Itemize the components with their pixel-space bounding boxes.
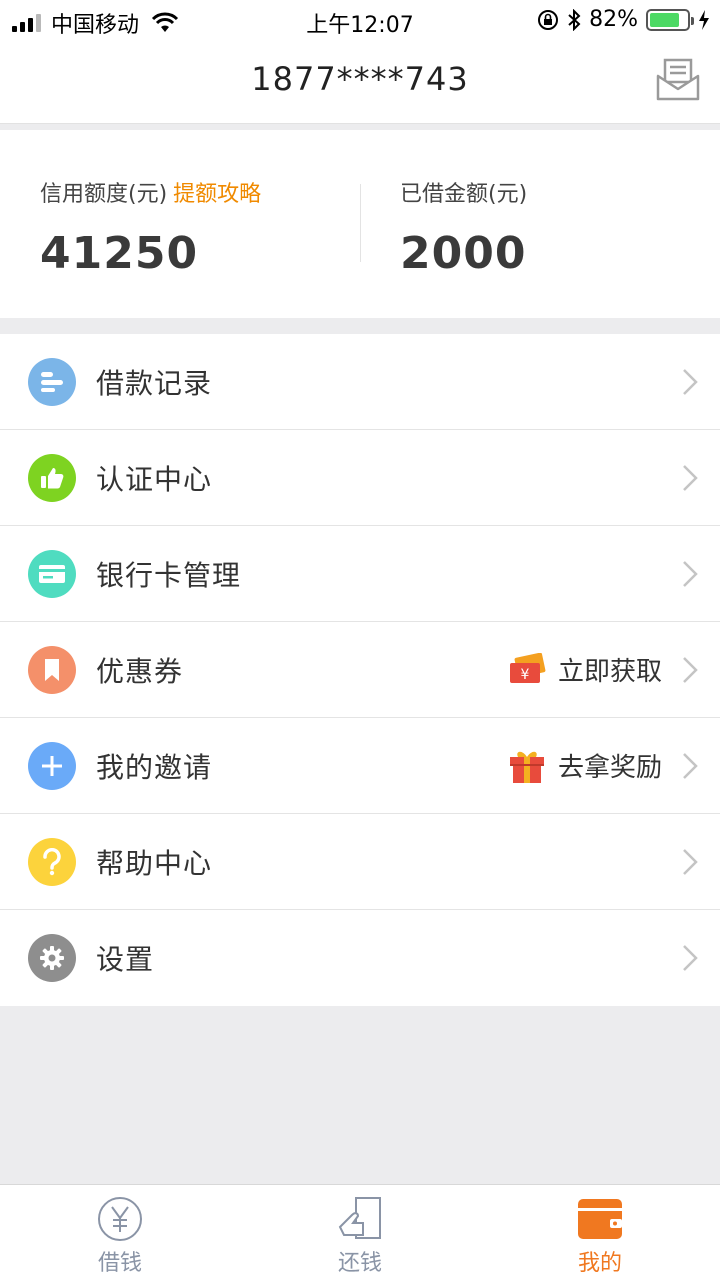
gift-icon <box>509 751 544 783</box>
menu-item-label: 帮助中心 <box>96 846 213 880</box>
coupon-promo-label: 立即获取 <box>557 657 662 687</box>
bookmark-icon <box>28 646 76 694</box>
tab-label: 我的 <box>577 1251 622 1276</box>
svg-text:¥: ¥ <box>521 667 530 683</box>
page-title: 1877****743 <box>251 60 469 98</box>
menu-item-loan-records[interactable]: 借款记录 <box>0 334 720 430</box>
menu-item-help-center[interactable]: 帮助中心 <box>0 814 720 910</box>
charging-icon <box>699 9 709 30</box>
menu-item-label: 银行卡管理 <box>96 558 242 592</box>
thumbs-up-icon <box>28 454 76 502</box>
card-icon <box>28 550 76 598</box>
tab-label: 还钱 <box>337 1251 382 1276</box>
borrowed-label: 已借金额(元) <box>400 182 528 207</box>
status-indicators: 82% <box>537 7 710 32</box>
menu-list: 借款记录 认证中心 银行卡管理 优惠券 ¥ 立即获取 我的邀请 去拿奖励 帮助中… <box>0 334 720 1006</box>
credit-limit-label-row: 信用额度(元) 提额攻略 <box>40 176 261 208</box>
raise-limit-link[interactable]: 提额攻略 <box>173 182 261 207</box>
nav-bar: 1877****743 <box>0 40 720 124</box>
borrowed-block: 已借金额(元) 2000 <box>400 176 527 279</box>
list-icon <box>28 358 76 406</box>
plus-icon <box>28 742 76 790</box>
status-bar: 中国移动 上午12:07 82% <box>0 0 720 40</box>
credit-summary: 信用额度(元) 提额攻略 41250 已借金额(元) 2000 <box>0 130 720 318</box>
chevron-right-icon <box>683 849 698 875</box>
chevron-right-icon <box>683 945 698 971</box>
chevron-right-icon <box>683 753 698 779</box>
battery-percent: 82% <box>589 7 638 32</box>
credit-limit-label: 信用额度(元) <box>40 182 168 207</box>
rotation-lock-icon <box>538 9 559 30</box>
chevron-right-icon <box>683 369 698 395</box>
invite-reward-label: 去拿奖励 <box>557 753 662 783</box>
gear-icon <box>28 934 76 982</box>
credit-limit-value: 41250 <box>40 228 199 279</box>
repay-icon <box>338 1197 381 1239</box>
menu-item-label: 我的邀请 <box>96 750 213 784</box>
menu-item-my-invites[interactable]: 我的邀请 去拿奖励 <box>0 718 720 814</box>
envelope-icon[interactable] <box>656 58 700 102</box>
coupon-icon: ¥ <box>509 652 546 683</box>
credit-limit-block: 信用额度(元) 提额攻略 41250 <box>40 176 261 279</box>
wallet-icon <box>578 1199 622 1239</box>
yen-icon <box>98 1197 142 1241</box>
chevron-right-icon <box>683 657 698 683</box>
menu-item-label: 优惠券 <box>96 654 184 688</box>
tab-label: 借钱 <box>97 1251 142 1276</box>
tab-bar: 借钱 还钱 我的 <box>0 1184 720 1280</box>
invite-reward-promo[interactable]: 去拿奖励 <box>508 747 662 785</box>
menu-item-bank-cards[interactable]: 银行卡管理 <box>0 526 720 622</box>
battery-icon <box>646 8 694 31</box>
divider <box>360 184 361 262</box>
menu-item-label: 借款记录 <box>96 366 213 400</box>
menu-item-label: 认证中心 <box>96 462 213 496</box>
question-icon <box>28 838 76 886</box>
tab-mine[interactable]: 我的 <box>480 1185 720 1280</box>
menu-item-verification-center[interactable]: 认证中心 <box>0 430 720 526</box>
coupon-promo[interactable]: ¥ 立即获取 <box>508 651 662 688</box>
borrowed-value: 2000 <box>400 228 527 279</box>
chevron-right-icon <box>683 561 698 587</box>
tab-borrow[interactable]: 借钱 <box>0 1185 240 1280</box>
chevron-right-icon <box>683 465 698 491</box>
menu-item-settings[interactable]: 设置 <box>0 910 720 1006</box>
bluetooth-icon <box>568 8 581 31</box>
tab-repay[interactable]: 还钱 <box>240 1185 480 1280</box>
menu-item-coupons[interactable]: 优惠券 ¥ 立即获取 <box>0 622 720 718</box>
menu-item-label: 设置 <box>96 943 155 976</box>
